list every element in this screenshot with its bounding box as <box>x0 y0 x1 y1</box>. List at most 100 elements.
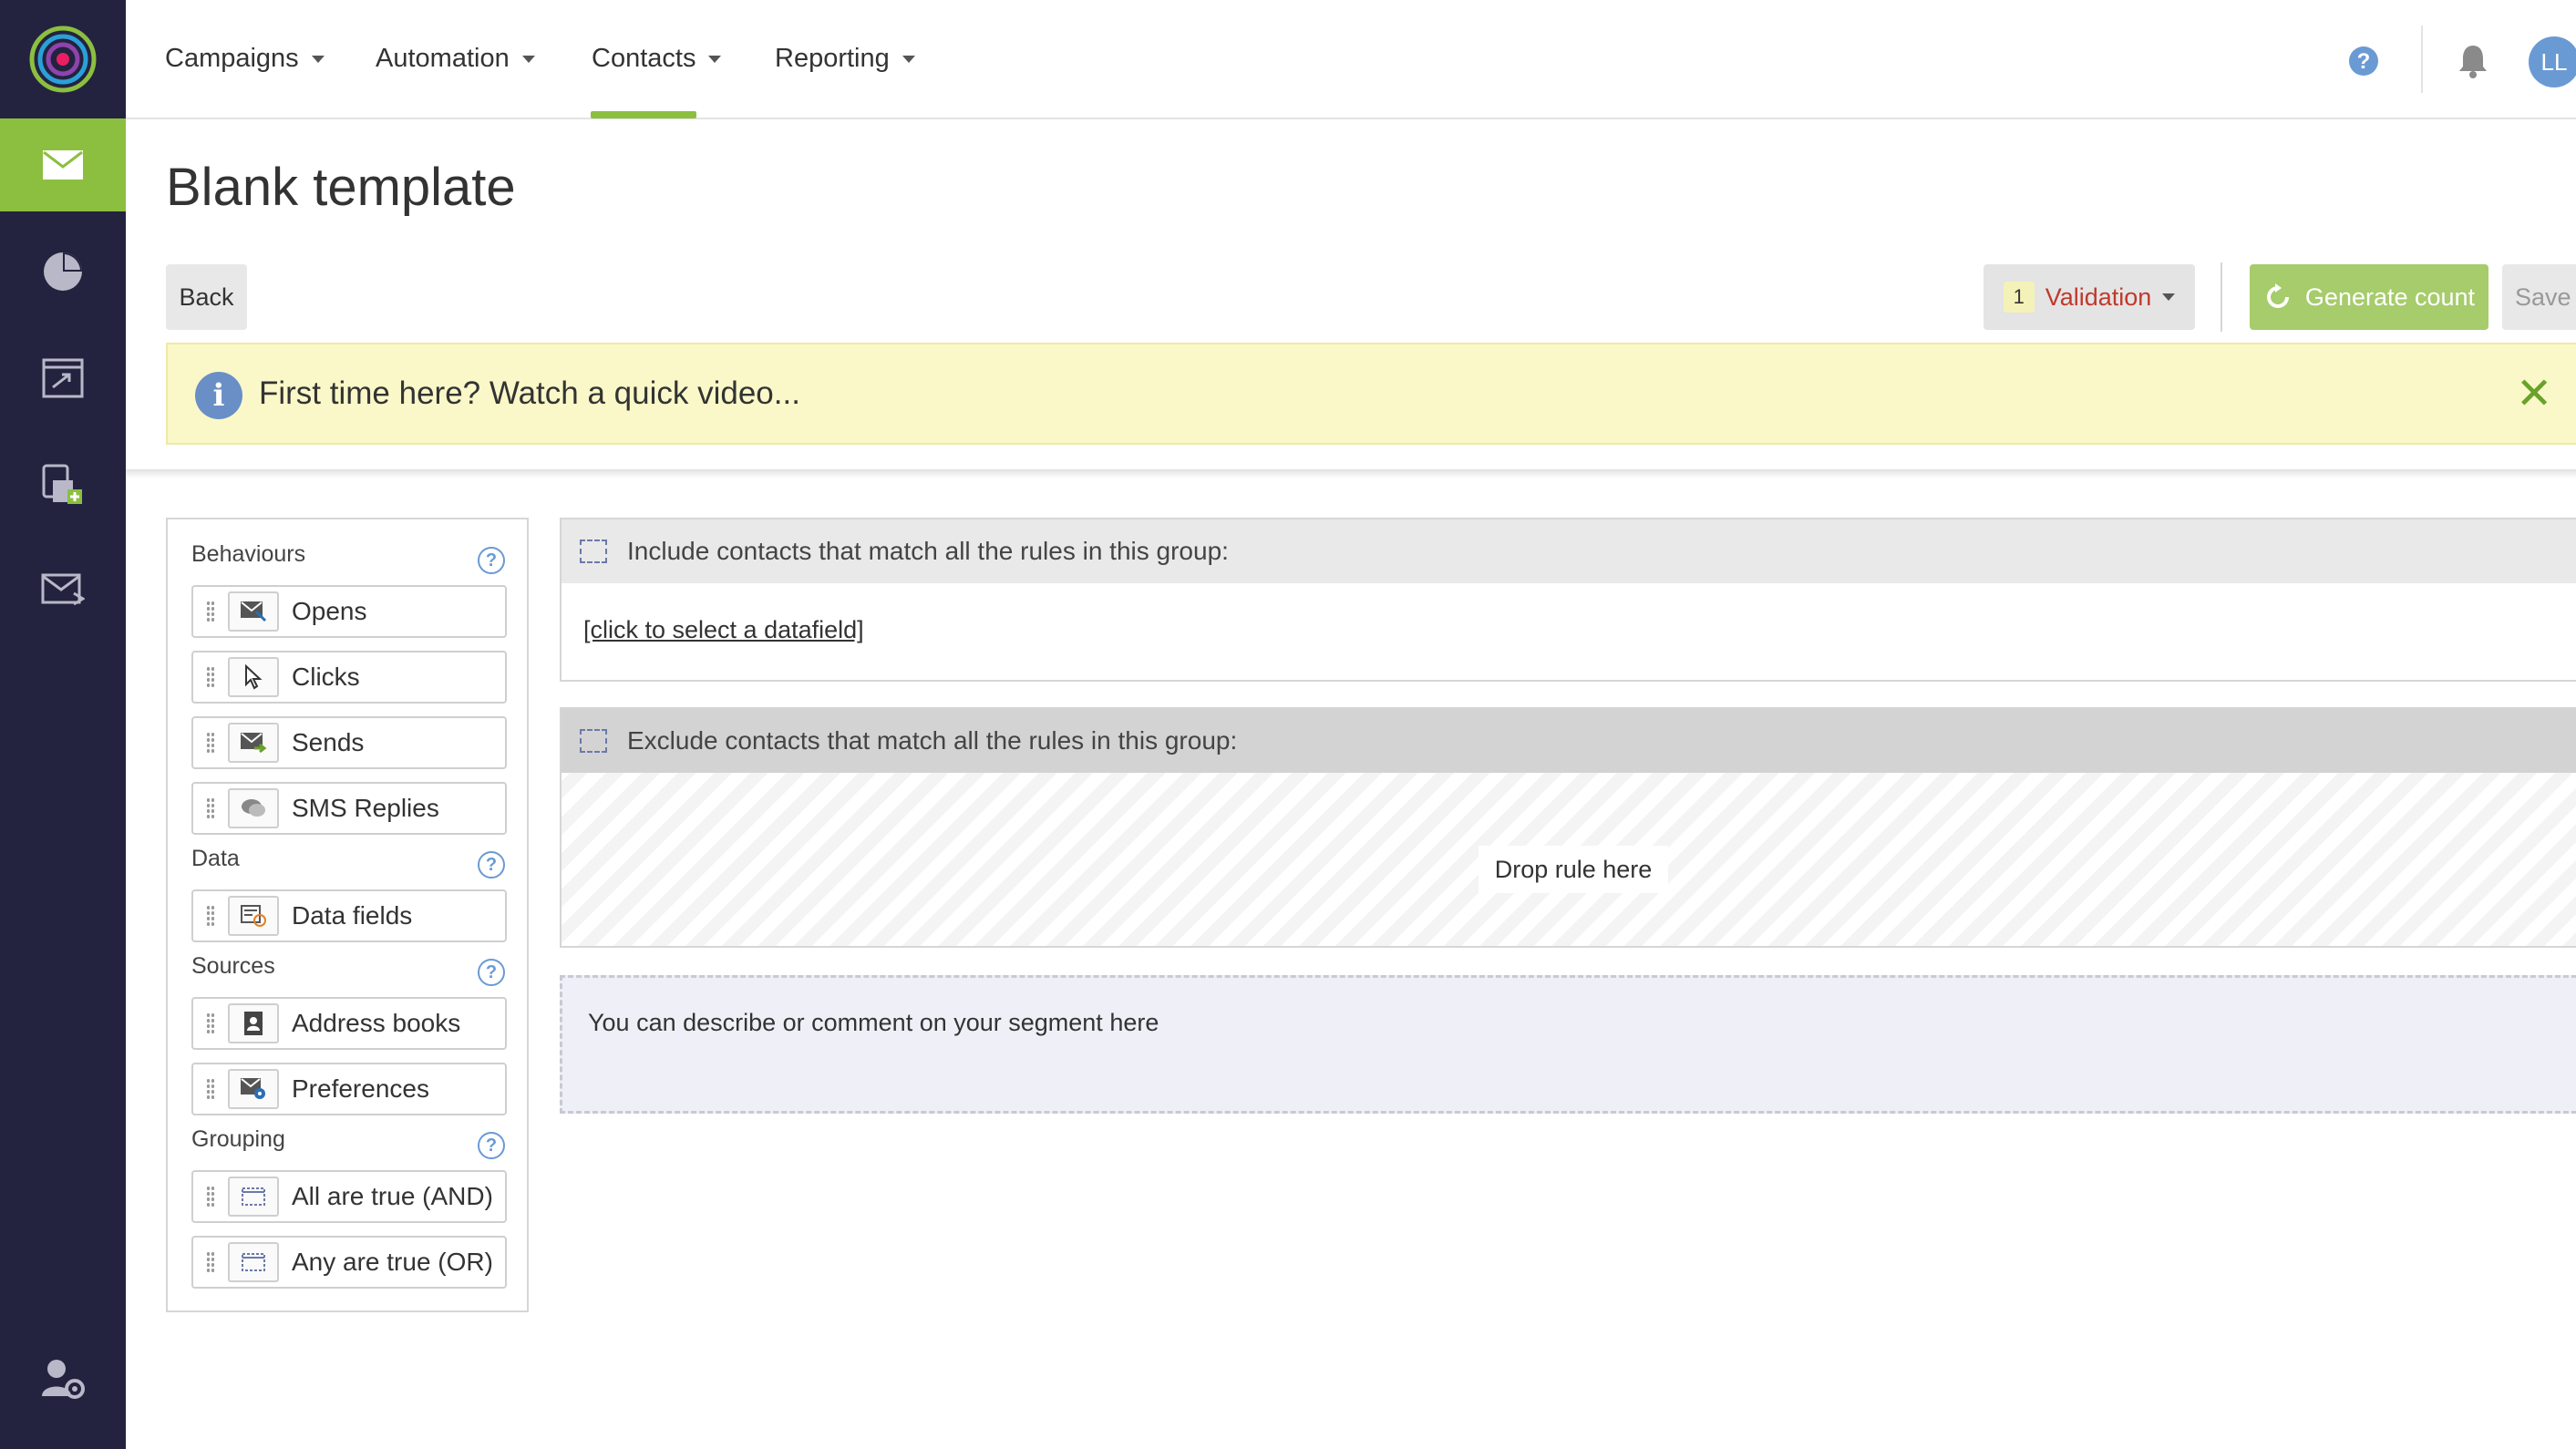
palette-item-sms-replies[interactable]: SMS Replies <box>191 782 507 835</box>
group-box-icon <box>228 1242 279 1282</box>
validation-dropdown[interactable]: 1 Validation <box>1984 264 2195 330</box>
validation-count-badge: 1 <box>2003 282 2035 313</box>
exclude-group-header: Exclude contacts that match all the rule… <box>562 709 2576 773</box>
palette-item-label: Address books <box>292 1009 461 1037</box>
include-group-header: Include contacts that match all the rule… <box>562 519 2576 583</box>
rail-user-settings[interactable] <box>0 1332 126 1425</box>
group-box-icon <box>228 1177 279 1217</box>
email-icon <box>43 150 83 180</box>
palette-item-label: Any are true (OR) <box>292 1248 493 1276</box>
palette-item-label: Opens <box>292 597 367 625</box>
app-logo[interactable] <box>0 0 126 118</box>
drag-handle-icon[interactable] <box>206 1078 215 1100</box>
select-datafield-link[interactable]: [click to select a datafield] <box>583 616 864 644</box>
drag-handle-icon[interactable] <box>206 905 215 927</box>
help-circle-icon[interactable]: ? <box>478 959 505 986</box>
back-button-label: Back <box>179 283 234 311</box>
refresh-icon <box>2266 283 2289 308</box>
avatar-initials: LL <box>2540 47 2568 76</box>
bell-icon[interactable] <box>2458 44 2488 78</box>
include-group-title: Include contacts that match all the rule… <box>627 537 1229 565</box>
sms-bubble-icon <box>228 788 279 828</box>
nav-reporting[interactable]: Reporting <box>775 44 915 74</box>
nav-divider <box>2421 26 2423 93</box>
nav-contacts[interactable]: Contacts <box>592 44 722 74</box>
help-circle-icon[interactable]: ? <box>478 851 505 879</box>
palette-item-or-group[interactable]: Any are true (OR) <box>191 1236 507 1289</box>
preferences-icon <box>228 1069 279 1109</box>
rail-email[interactable] <box>0 118 126 211</box>
sends-icon <box>228 723 279 763</box>
help-circle-icon[interactable]: ? <box>478 547 505 574</box>
exclude-rule-group[interactable]: Exclude contacts that match all the rule… <box>560 707 2576 948</box>
include-rule-group: Include contacts that match all the rule… <box>560 518 2576 682</box>
palette-item-sends[interactable]: Sends <box>191 716 507 769</box>
contacts-add-icon <box>42 464 82 504</box>
drag-handle-icon[interactable] <box>206 1251 215 1273</box>
palette-item-label: Sends <box>292 728 365 756</box>
pie-chart-icon <box>44 252 82 291</box>
palette-heading-behaviours: Behaviours <box>191 541 306 567</box>
palette-item-label: Preferences <box>292 1074 429 1103</box>
generate-count-button[interactable]: Generate count <box>2250 264 2488 330</box>
drag-handle-icon[interactable] <box>206 1012 215 1034</box>
save-button[interactable]: Save <box>2502 264 2576 330</box>
drag-handle-icon[interactable] <box>206 1186 215 1208</box>
drag-handle-icon[interactable] <box>206 666 215 688</box>
banner-video-link[interactable]: First time here? Watch a quick video... <box>259 375 800 412</box>
caret-down-icon <box>902 55 915 63</box>
mail-forward-icon <box>41 573 85 606</box>
rail-contacts-add[interactable] <box>0 438 126 531</box>
help-icon[interactable]: ? <box>2348 46 2379 77</box>
nav-contacts-label: Contacts <box>592 44 696 73</box>
palette-heading-data: Data <box>191 846 240 871</box>
palette-item-label: Clicks <box>292 663 360 691</box>
drag-handle-icon[interactable] <box>206 797 215 819</box>
nav-automation[interactable]: Automation <box>376 44 535 74</box>
rail-reporting[interactable] <box>0 225 126 318</box>
user-settings-icon <box>42 1360 85 1399</box>
caret-down-icon <box>311 55 325 63</box>
drag-handle-icon[interactable] <box>206 601 215 622</box>
group-box-icon <box>580 729 607 753</box>
svg-text:?: ? <box>2357 49 2371 74</box>
help-circle-icon[interactable]: ? <box>478 1132 505 1159</box>
nav-campaigns[interactable]: Campaigns <box>165 44 325 74</box>
exclude-group-title: Exclude contacts that match all the rule… <box>627 726 1238 755</box>
nav-reporting-label: Reporting <box>775 44 890 73</box>
segment-comment-placeholder: You can describe or comment on your segm… <box>588 1009 1159 1036</box>
drag-handle-icon[interactable] <box>206 732 215 754</box>
top-nav: Campaigns Automation Contacts Reporting … <box>126 0 2576 119</box>
caret-down-icon <box>521 55 535 63</box>
address-book-icon <box>228 1003 279 1043</box>
palette-heading-sources: Sources <box>191 953 275 979</box>
nav-automation-label: Automation <box>376 44 510 73</box>
rail-mail-forward[interactable] <box>0 543 126 636</box>
palette-heading-grouping: Grouping <box>191 1126 285 1152</box>
drop-rule-zone[interactable]: Drop rule here <box>1479 846 1668 893</box>
rule-palette: Behaviours ? Opens Clicks Sends SMS Repl… <box>166 518 529 1312</box>
nav-active-indicator <box>591 111 696 118</box>
cursor-icon <box>228 657 279 697</box>
page-title: Blank template <box>166 158 516 217</box>
automation-program-icon <box>42 358 84 398</box>
back-button[interactable]: Back <box>166 264 247 330</box>
info-icon: i <box>195 372 242 419</box>
left-rail <box>0 0 126 1449</box>
palette-item-address-books[interactable]: Address books <box>191 997 507 1050</box>
palette-item-preferences[interactable]: Preferences <box>191 1063 507 1115</box>
segment-comment-field[interactable]: You can describe or comment on your segm… <box>560 975 2576 1114</box>
toolbar-divider <box>2221 262 2222 332</box>
save-button-label: Save <box>2515 283 2571 311</box>
close-icon[interactable]: ✕ <box>2516 368 2552 419</box>
avatar[interactable]: LL <box>2529 36 2576 87</box>
rail-automation[interactable] <box>0 332 126 425</box>
caret-down-icon <box>708 55 722 63</box>
palette-item-and-group[interactable]: All are true (AND) <box>191 1170 507 1223</box>
palette-item-data-fields[interactable]: Data fields <box>191 889 507 942</box>
generate-count-label: Generate count <box>2304 283 2476 311</box>
validation-label: Validation <box>2045 283 2152 311</box>
palette-item-opens[interactable]: Opens <box>191 585 507 638</box>
palette-item-clicks[interactable]: Clicks <box>191 651 507 704</box>
logo-icon <box>29 26 97 93</box>
